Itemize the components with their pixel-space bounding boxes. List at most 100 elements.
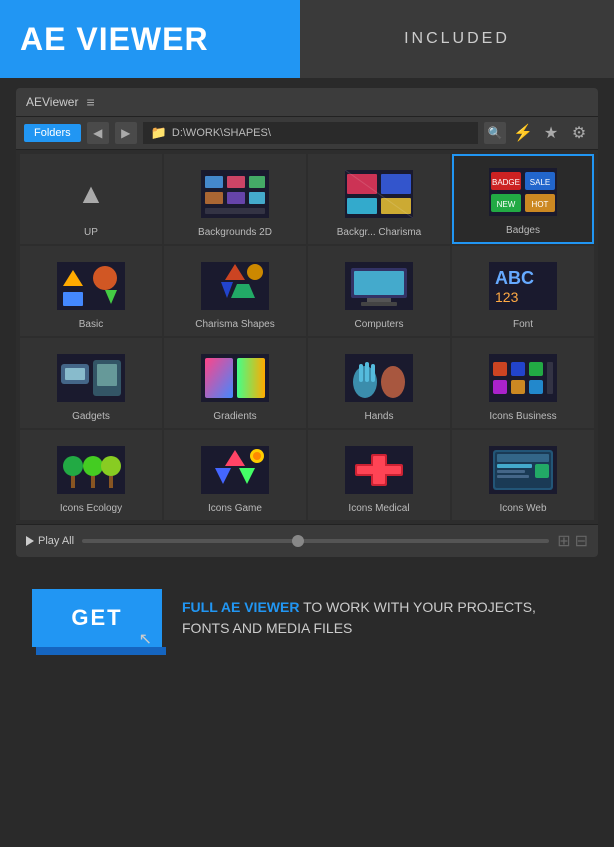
grid-item-label-gadgets: Gadgets: [72, 411, 110, 422]
panel-topbar: AEViewer ≡: [16, 88, 598, 117]
grid-item-label-charismashapes: Charisma Shapes: [195, 319, 274, 330]
grid-item-iconsbusiness[interactable]: Icons Business: [452, 338, 594, 428]
grid-item-label-up: UP: [84, 227, 98, 238]
search-button[interactable]: 🔍: [484, 122, 506, 144]
grid-item-up[interactable]: ▲ UP: [20, 154, 162, 244]
thumb-svg-font: ABC 123: [489, 262, 557, 310]
star-icon[interactable]: ★: [540, 122, 562, 144]
thumb-svg-charismashapes: [201, 262, 269, 310]
thumb-charismashapes: [200, 261, 270, 311]
main-panel: AEViewer ≡ Folders ◀ ▶ 📁 D:\WORK\SHAPES\…: [16, 88, 598, 557]
grid-item-charismashapes[interactable]: Charisma Shapes: [164, 246, 306, 336]
grid-item-label-iconsweb: Icons Web: [499, 503, 546, 514]
thumb-svg-computers: [345, 262, 413, 310]
thumb-svg-badges: BADGE SALE NEW HOT: [489, 168, 557, 216]
grid-item-gadgets[interactable]: Gadgets: [20, 338, 162, 428]
grid-item-backgrounds2d[interactable]: Backgrounds 2D: [164, 154, 306, 244]
grid-item-gradients[interactable]: Gradients: [164, 338, 306, 428]
view-icons: ⊞ ⊟: [557, 531, 588, 551]
grid-item-label-backgrcharisma: Backgr... Charisma: [337, 227, 421, 238]
thumb-computers: [344, 261, 414, 311]
settings-icon[interactable]: ⚙: [568, 122, 590, 144]
forward-button[interactable]: ▶: [115, 122, 137, 144]
grid-item-label-computers: Computers: [355, 319, 404, 330]
svg-text:ABC: ABC: [495, 268, 534, 288]
grid-item-label-font: Font: [513, 319, 533, 330]
thumb-gradients: [200, 353, 270, 403]
panel-menu-icon[interactable]: ≡: [86, 94, 94, 110]
grid-item-basic[interactable]: Basic: [20, 246, 162, 336]
folders-button[interactable]: Folders: [24, 124, 81, 142]
grid-item-label-iconsgame: Icons Game: [208, 503, 262, 514]
folder-icon: 📁: [151, 125, 167, 141]
up-thumb: ▲: [56, 169, 126, 219]
playback-slider[interactable]: [82, 539, 549, 543]
thumb-svg-iconsmedical: [345, 446, 413, 494]
thumb-backgrcharisma: [344, 169, 414, 219]
thumb-svg-gradients: [201, 354, 269, 402]
thumb-backgrounds2d: [200, 169, 270, 219]
grid-item-label-badges: Badges: [506, 225, 540, 236]
app-header: AE VIEWER INCLUDED: [0, 0, 614, 78]
grid-item-iconsgame[interactable]: Icons Game: [164, 430, 306, 520]
path-display: 📁 D:\WORK\SHAPES\: [143, 122, 478, 144]
svg-text:BADGE: BADGE: [492, 178, 520, 187]
thumb-svg-iconsweb: [489, 446, 557, 494]
lightning-icon[interactable]: ⚡: [512, 122, 534, 144]
thumb-svg-backgrounds2d: [201, 170, 269, 218]
grid-small-icon[interactable]: ⊞: [557, 531, 570, 551]
back-button[interactable]: ◀: [87, 122, 109, 144]
thumb-basic: [56, 261, 126, 311]
thumb-iconsweb: [488, 445, 558, 495]
svg-text:HOT: HOT: [532, 200, 549, 209]
thumb-svg-iconsbusiness: [489, 354, 557, 402]
grid-large-icon[interactable]: ⊟: [575, 531, 588, 551]
included-label: INCLUDED: [404, 30, 510, 48]
thumb-iconsecology: [56, 445, 126, 495]
file-grid: ▲ UP Backgrounds 2D: [16, 150, 598, 524]
grid-item-iconsweb[interactable]: Icons Web: [452, 430, 594, 520]
grid-item-hands[interactable]: Hands: [308, 338, 450, 428]
app-title: AE VIEWER: [20, 21, 209, 58]
thumb-badges: BADGE SALE NEW HOT: [488, 167, 558, 217]
grid-item-label-iconsecology: Icons Ecology: [60, 503, 122, 514]
included-badge: INCLUDED: [300, 0, 614, 78]
bottom-description: FULL AE VIEWER TO WORK WITH YOUR PROJECT…: [182, 597, 582, 639]
play-all-label: Play All: [38, 535, 74, 547]
thumb-font: ABC 123: [488, 261, 558, 311]
thumb-iconsgame: [200, 445, 270, 495]
grid-item-label-backgrounds2d: Backgrounds 2D: [198, 227, 272, 238]
thumb-svg-iconsgame: [201, 446, 269, 494]
up-arrow-icon: ▲: [77, 178, 105, 210]
bottom-section: GET ↖ FULL AE VIEWER TO WORK WITH YOUR P…: [16, 573, 598, 663]
grid-item-badges[interactable]: BADGE SALE NEW HOT Badges: [452, 154, 594, 244]
thumb-svg-backgrcharisma: [345, 170, 413, 218]
grid-item-label-gradients: Gradients: [213, 411, 256, 422]
svg-text:NEW: NEW: [497, 200, 516, 209]
thumb-hands: [344, 353, 414, 403]
svg-text:123: 123: [495, 289, 519, 305]
play-bar: Play All ⊞ ⊟: [16, 524, 598, 557]
path-text: D:\WORK\SHAPES\: [172, 127, 271, 139]
grid-item-iconsecology[interactable]: Icons Ecology: [20, 430, 162, 520]
thumb-gadgets: [56, 353, 126, 403]
thumb-svg-iconsecology: [57, 446, 125, 494]
play-all-button[interactable]: Play All: [26, 535, 74, 547]
grid-item-backgrcharisma[interactable]: Backgr... Charisma: [308, 154, 450, 244]
play-icon: [26, 536, 34, 546]
description-highlight: FULL AE VIEWER: [182, 599, 299, 615]
svg-text:SALE: SALE: [530, 178, 550, 187]
grid-item-label-iconsmedical: Icons Medical: [348, 503, 409, 514]
title-area: AE VIEWER: [0, 0, 300, 78]
grid-item-iconsmedical[interactable]: Icons Medical: [308, 430, 450, 520]
toolbar: Folders ◀ ▶ 📁 D:\WORK\SHAPES\ 🔍 ⚡ ★ ⚙: [16, 117, 598, 150]
grid-item-label-hands: Hands: [365, 411, 394, 422]
slider-thumb: [292, 535, 304, 547]
grid-item-label-iconsbusiness: Icons Business: [489, 411, 556, 422]
cursor-indicator: ↖: [139, 629, 152, 649]
grid-item-computers[interactable]: Computers: [308, 246, 450, 336]
thumb-svg-gadgets: [57, 354, 125, 402]
panel-label: AEViewer: [26, 95, 78, 109]
grid-item-font[interactable]: ABC 123 Font: [452, 246, 594, 336]
thumb-iconsmedical: [344, 445, 414, 495]
